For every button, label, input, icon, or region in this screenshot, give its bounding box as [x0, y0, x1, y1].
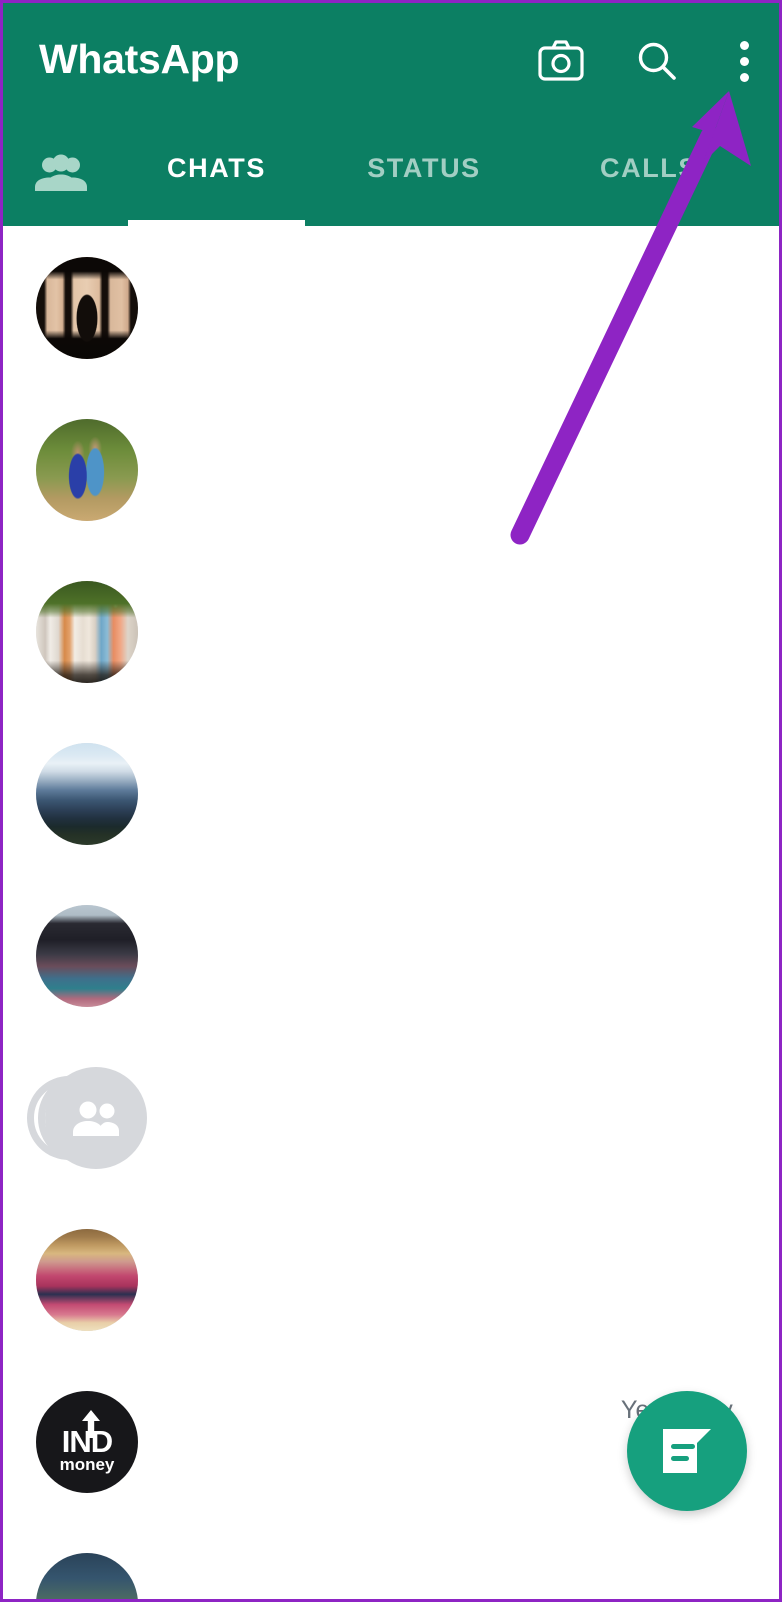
overflow-menu-icon[interactable]	[729, 37, 759, 85]
avatar-image	[36, 905, 138, 1007]
avatar[interactable]	[36, 1553, 138, 1599]
tab-status-label: STATUS	[367, 153, 481, 183]
chat-row[interactable]	[3, 550, 779, 712]
app-title: WhatsApp	[39, 36, 240, 82]
groups-icon	[35, 154, 87, 191]
chat-row[interactable]	[3, 388, 779, 550]
overflow-dot	[739, 40, 749, 50]
avatar[interactable]	[36, 419, 138, 521]
default-group-icon	[45, 1067, 147, 1169]
new-chat-fab[interactable]	[627, 1391, 747, 1511]
new-message-icon	[663, 1429, 711, 1473]
indmoney-logo: IND money	[36, 1391, 138, 1493]
chat-row[interactable]	[3, 712, 779, 874]
avatar-image	[36, 581, 138, 683]
chat-list[interactable]: IND money Yesterday s	[3, 226, 779, 1599]
avatar-image	[36, 257, 138, 359]
whatsapp-app-window: WhatsApp CHATS STATUS CALLS IND money	[0, 0, 782, 1602]
avatar[interactable]	[36, 581, 138, 683]
avatar[interactable]	[36, 1229, 138, 1331]
tab-bar: CHATS STATUS CALLS	[3, 133, 779, 226]
tab-chats[interactable]: CHATS	[119, 133, 314, 226]
indmoney-subtext: money	[59, 1455, 115, 1474]
avatar[interactable]	[27, 1067, 147, 1169]
tab-calls[interactable]: CALLS	[534, 133, 764, 226]
overflow-dot	[739, 56, 749, 66]
avatar-image	[36, 1229, 138, 1331]
chat-row[interactable]	[3, 1036, 779, 1198]
camera-icon[interactable]	[537, 37, 585, 85]
app-bar-top: WhatsApp	[3, 3, 779, 133]
avatar-image	[36, 743, 138, 845]
tab-status[interactable]: STATUS	[314, 133, 534, 226]
chat-row[interactable]	[3, 1198, 779, 1360]
tab-chats-label: CHATS	[167, 153, 266, 183]
app-bar: WhatsApp CHATS STATUS CALLS	[3, 3, 779, 226]
avatar-image	[36, 1553, 138, 1599]
avatar[interactable]: IND money	[36, 1391, 138, 1493]
tab-calls-label: CALLS	[600, 153, 698, 183]
tab-groups[interactable]	[3, 133, 119, 226]
avatar-image	[36, 419, 138, 521]
chat-row[interactable]	[3, 1522, 779, 1599]
chat-row[interactable]	[3, 874, 779, 1036]
avatar[interactable]	[36, 905, 138, 1007]
search-icon[interactable]	[633, 37, 681, 85]
avatar[interactable]	[36, 743, 138, 845]
avatar[interactable]	[36, 257, 138, 359]
chat-row[interactable]	[3, 226, 779, 388]
overflow-dot	[739, 72, 749, 82]
app-bar-actions	[537, 37, 759, 85]
